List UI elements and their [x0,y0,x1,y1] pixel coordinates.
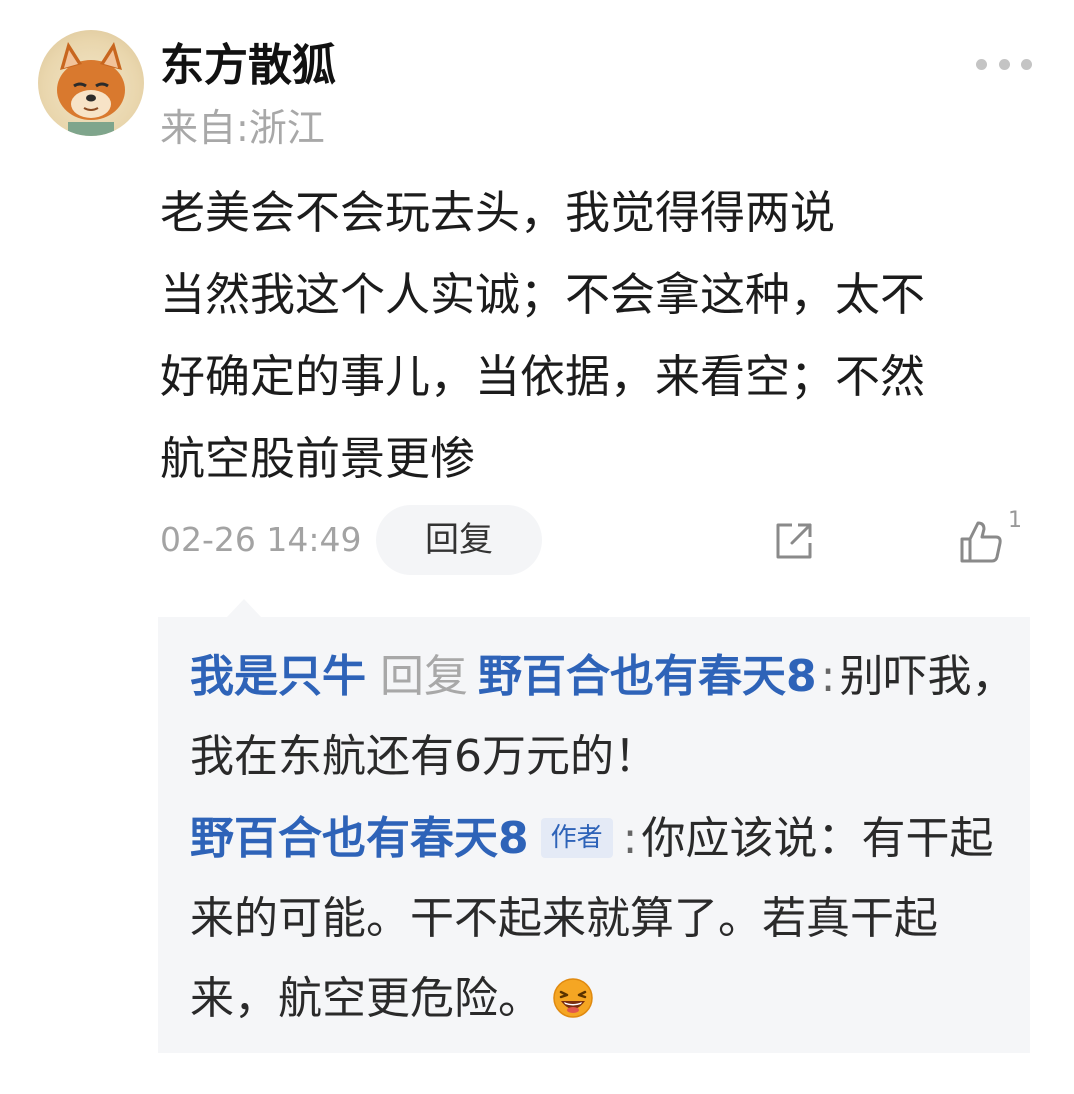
fox-avatar-icon [57,42,125,136]
more-dots-icon [976,58,987,70]
author-name[interactable]: 东方散狐 [160,36,336,96]
reply-target-user[interactable]: 野百合也有春天8 [478,651,817,702]
comment-line: 老美会不会玩去头，我觉得得两说 [160,186,836,239]
reply-user[interactable]: 野百合也有春天8 [190,813,529,864]
more-options-button[interactable] [976,52,1032,76]
share-icon[interactable] [772,519,816,563]
reply-colon: : [622,813,638,864]
like-count: 1 [1008,508,1022,533]
reply-user[interactable]: 我是只牛 [190,651,366,702]
comment-line: 当然我这个人实诚；不会拿这种，太不 [160,268,926,321]
comment-body: 老美会不会玩去头，我觉得得两说 当然我这个人实诚；不会拿这种，太不 好确定的事儿… [160,172,1040,500]
reply-button[interactable]: 回复 [376,505,542,575]
more-dot [1021,58,1032,70]
timestamp: 02-26 14:49 [160,520,362,559]
reply-colon: : [820,651,836,702]
comment-line: 好确定的事儿，当依据，来看空；不然 [160,350,926,403]
reply-panel-caret [227,599,261,617]
more-dot [998,58,1010,70]
reply-word: 回复 [380,651,468,702]
author-badge: 作者 [540,818,613,858]
reply-panel: 我是只牛 回复 野百合也有春天8:别吓我，我在东航还有6万元的！ 野百合也有春天8 作… [158,617,1030,1053]
thumbs-up-icon[interactable] [958,519,1004,565]
comment-actions: 02-26 14:49 回复 1 [160,505,1030,575]
location-label: 来自:浙江 [160,106,325,150]
reply-item: 我是只牛 回复 野百合也有春天8:别吓我，我在东航还有6万元的！ [190,637,1020,797]
avatar[interactable] [38,30,144,136]
laughing-emoji-icon [553,978,593,1018]
comment-line: 航空股前景更惨 [160,432,476,485]
reply-item: 野百合也有春天8 作者:你应该说：有干起来的可能。干不起来就算了。若真干起来，航空… [190,799,1020,1039]
